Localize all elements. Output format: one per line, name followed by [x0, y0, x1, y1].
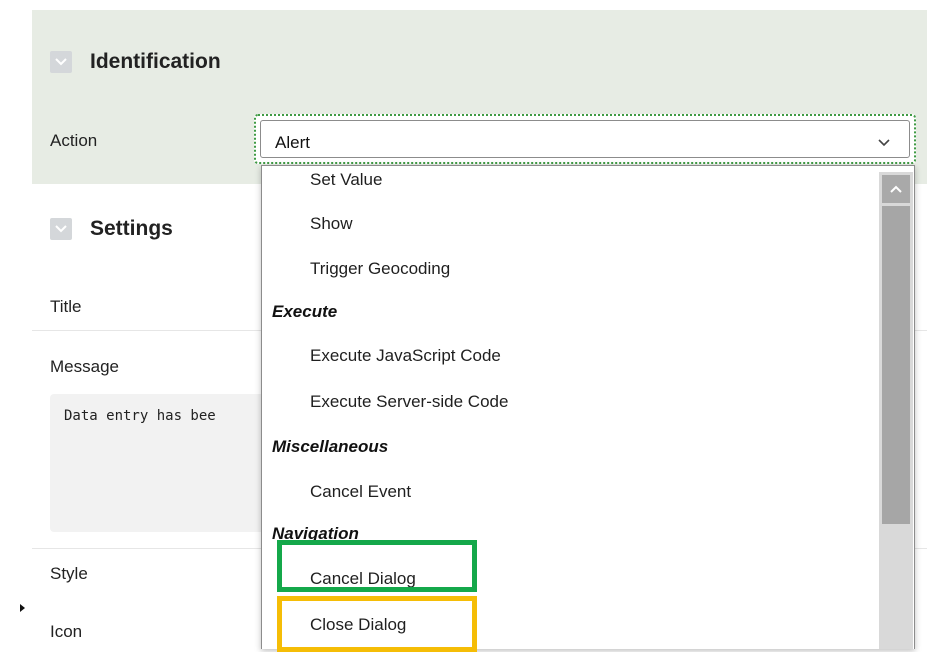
message-text: Data entry has bee	[64, 408, 216, 424]
chevron-up-icon[interactable]	[882, 175, 910, 203]
highlight-box-green	[277, 540, 477, 592]
message-label: Message	[50, 357, 119, 376]
option-set-value[interactable]: Set Value	[310, 170, 382, 190]
chevron-down-icon[interactable]	[50, 218, 72, 240]
title-label: Title	[50, 297, 82, 316]
option-cancel-event[interactable]: Cancel Event	[310, 482, 411, 502]
icon-label: Icon	[50, 622, 83, 641]
group-execute: Execute	[272, 302, 338, 321]
identification-header[interactable]: Identification	[50, 50, 221, 74]
settings-title: Settings	[90, 217, 173, 240]
action-select[interactable]: Alert	[254, 114, 916, 164]
action-label: Action	[50, 131, 98, 150]
message-textarea[interactable]: Data entry has bee	[50, 394, 280, 532]
dropdown-scrollbar[interactable]	[879, 172, 913, 649]
option-trigger-geocoding[interactable]: Trigger Geocoding	[310, 259, 450, 279]
action-select-value: Alert	[275, 133, 310, 152]
chevron-down-icon[interactable]	[50, 51, 72, 73]
chevron-down-icon[interactable]	[877, 135, 891, 153]
option-execute-server-side-code[interactable]: Execute Server-side Code	[310, 392, 508, 412]
identification-title: Identification	[90, 50, 221, 73]
group-miscellaneous: Miscellaneous	[272, 437, 389, 456]
pointer-marker	[20, 604, 25, 612]
scrollbar-thumb[interactable]	[882, 206, 910, 524]
style-label: Style	[50, 564, 88, 583]
highlight-box-yellow	[277, 596, 477, 652]
option-execute-javascript-code[interactable]: Execute JavaScript Code	[310, 346, 501, 366]
action-select-field[interactable]: Alert	[260, 120, 910, 158]
settings-header[interactable]: Settings	[50, 217, 173, 241]
option-show[interactable]: Show	[310, 214, 353, 234]
